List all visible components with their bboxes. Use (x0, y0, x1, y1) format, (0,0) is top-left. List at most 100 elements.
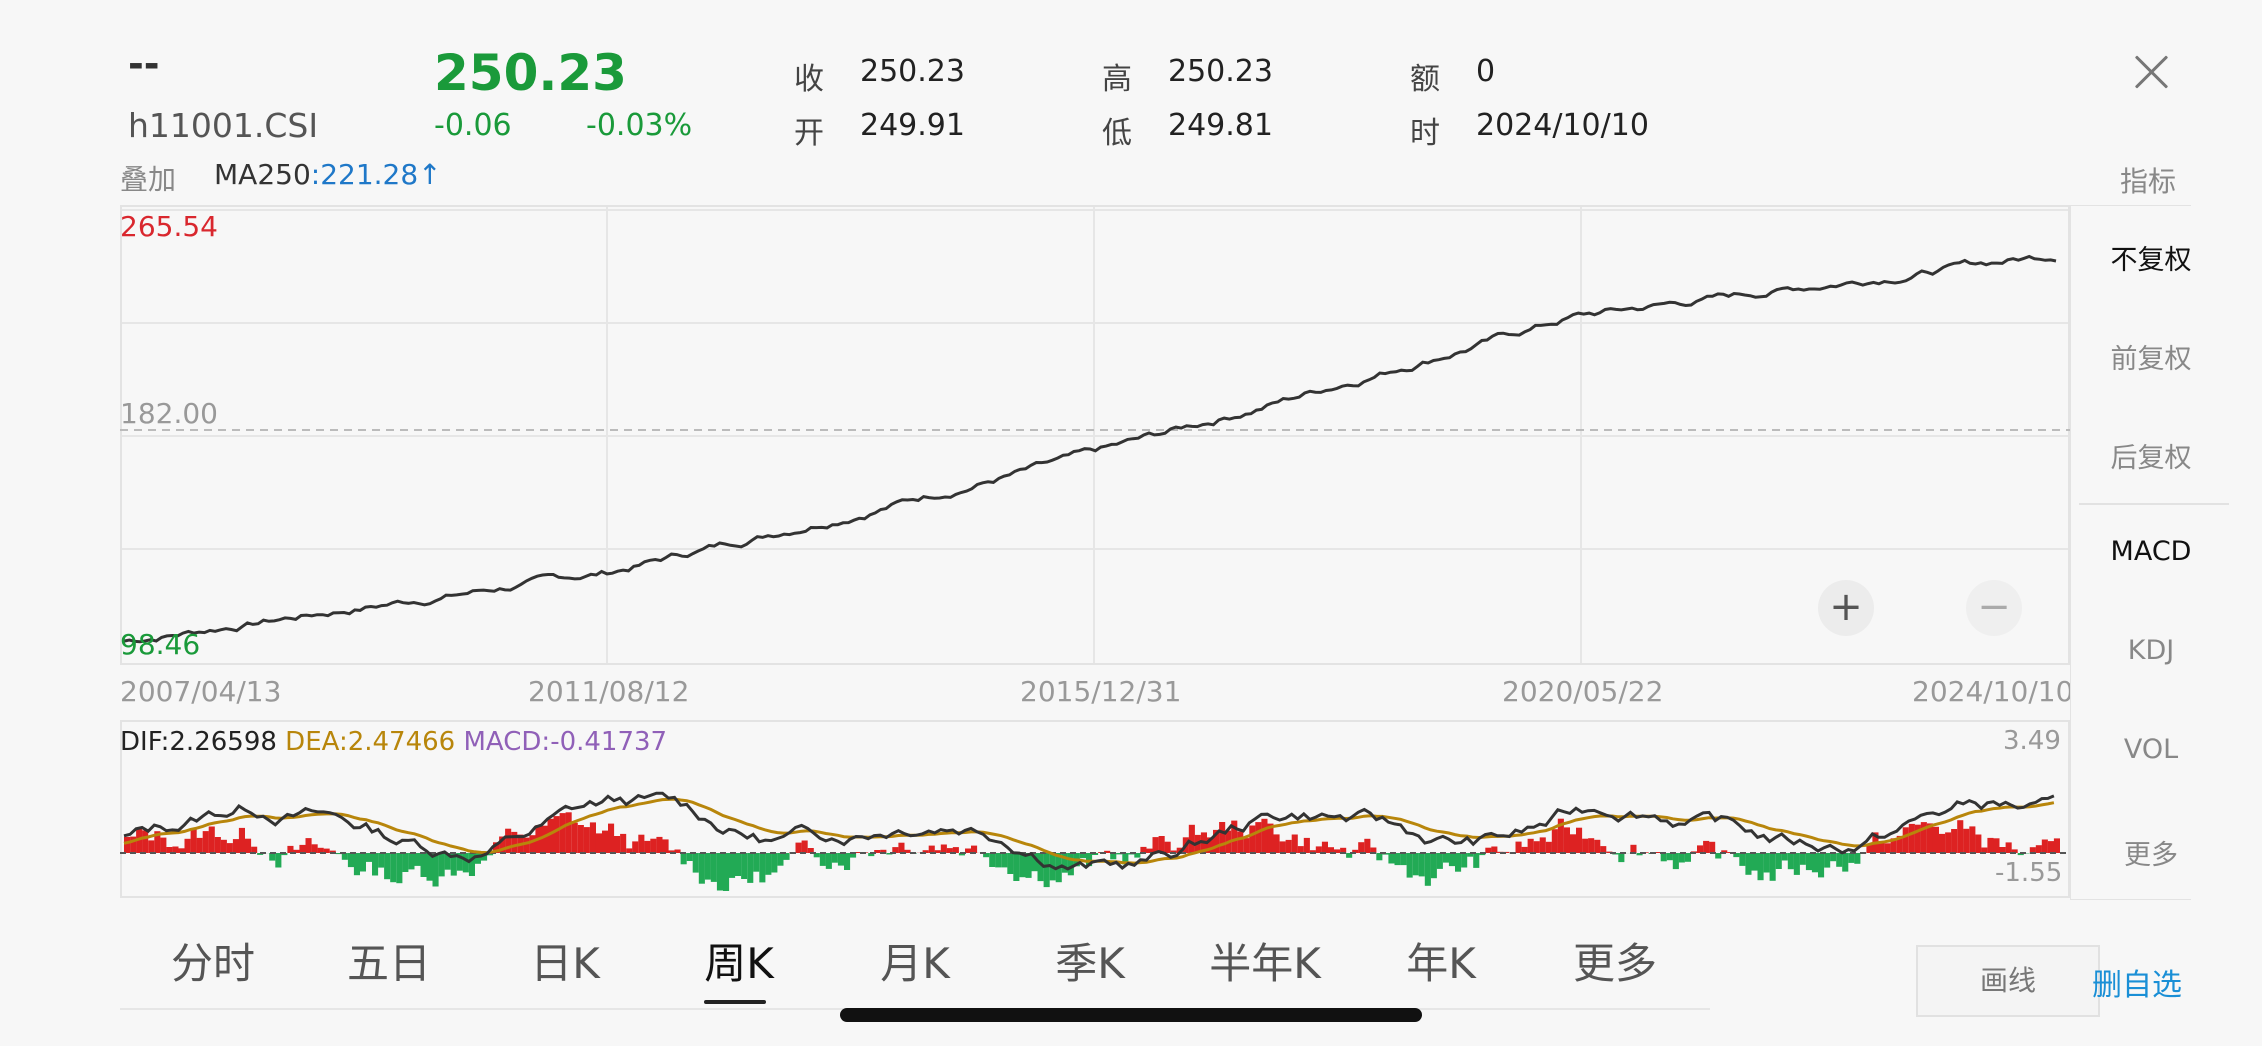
tab-weekly-k[interactable]: 周K (664, 930, 814, 991)
macd-bar (1751, 853, 1758, 871)
side-item-backward-adjust[interactable]: 后复权 (2071, 436, 2231, 475)
macd-bar (1219, 822, 1226, 853)
macd-bar (825, 853, 832, 869)
macd-bar (1364, 838, 1371, 853)
macd-bar (1461, 853, 1468, 868)
macd-bar (1739, 853, 1746, 866)
macd-bar (184, 838, 191, 853)
macd-bar (1818, 853, 1825, 878)
macd-bar (1932, 826, 1939, 853)
macd-bar (898, 842, 905, 853)
macd-bar (704, 853, 711, 880)
ma250-value: :221.28 (310, 158, 419, 191)
macd-bar (710, 853, 717, 882)
macd-bar (1745, 853, 1752, 875)
macd-bar (638, 834, 645, 853)
draw-line-button[interactable]: 画线 (1916, 945, 2100, 1017)
macd-bar (1848, 853, 1855, 863)
macd-bar (602, 830, 609, 853)
macd-bar (202, 831, 209, 853)
macd-bar (1164, 841, 1171, 853)
price-chart[interactable] (120, 205, 2070, 665)
macd-bar (1376, 853, 1383, 861)
macd-bar (1660, 853, 1667, 862)
period-tabs: 分时 五日 日K 周K 月K 季K 半年K 年K 更多 (120, 930, 1710, 1010)
stock-code: h11001.CSI (128, 106, 319, 145)
tab-yearly-k[interactable]: 年K (1366, 930, 1516, 991)
macd-bar (384, 853, 391, 880)
macd-bar (989, 853, 996, 867)
macd-bar (1588, 838, 1595, 853)
macd-bar (1975, 834, 1982, 853)
macd-bar (1957, 820, 1964, 853)
macd-bar (341, 853, 348, 860)
macd-bar (1001, 853, 1008, 868)
tab-quarterly-k[interactable]: 季K (1015, 930, 1165, 991)
macd-bar (238, 827, 245, 853)
tab-monthly-k[interactable]: 月K (840, 930, 990, 991)
macd-bar (1630, 844, 1637, 853)
stock-name: -- (128, 42, 160, 86)
tab-half-year-k[interactable]: 半年K (1170, 930, 1360, 991)
macd-bar (795, 842, 802, 853)
macd-bar (680, 853, 687, 865)
side-item-vol[interactable]: VOL (2071, 734, 2231, 765)
overlay-button[interactable]: 叠加 (120, 158, 176, 198)
macd-bar (390, 853, 397, 883)
macd-bar (620, 833, 627, 853)
macd-bar (347, 853, 354, 868)
macd-bar (765, 853, 772, 875)
side-item-no-adjust[interactable]: 不复权 (2071, 238, 2231, 277)
macd-bar (1273, 834, 1280, 853)
close-icon[interactable] (2130, 50, 2174, 94)
side-item-macd[interactable]: MACD (2071, 536, 2231, 567)
macd-bar (1249, 825, 1256, 853)
high-value: 250.23 (1168, 54, 1273, 89)
tab-more[interactable]: 更多 (1540, 930, 1690, 991)
macd-bar (1666, 853, 1673, 861)
macd-bar (1430, 853, 1437, 879)
macd-bar (1951, 829, 1958, 853)
macd-bar (160, 837, 167, 853)
macd-bar (142, 830, 149, 853)
x-label-1: 2007/04/13 (120, 675, 282, 708)
macd-bar (608, 823, 615, 853)
side-menu-divider (2079, 503, 2229, 505)
macd-bar (1279, 841, 1286, 853)
macd-bar (801, 840, 808, 853)
macd-bar (1188, 824, 1195, 853)
macd-bar (1884, 843, 1891, 853)
macd-bar (1237, 831, 1244, 853)
side-item-more[interactable]: 更多 (2071, 833, 2231, 872)
macd-bar (1303, 837, 1310, 853)
side-item-kdj[interactable]: KDJ (2071, 635, 2231, 666)
macd-bar (226, 843, 233, 853)
macd-bar (1043, 853, 1050, 888)
macd-bar (1576, 827, 1583, 853)
macd-bar (1025, 853, 1032, 878)
macd-bar (1473, 853, 1480, 868)
macd-bar (1551, 829, 1558, 853)
macd-bar (753, 853, 760, 872)
zoom-out-button[interactable]: − (1966, 580, 2022, 636)
y-min-label: 98.46 (120, 628, 201, 661)
indicator-button[interactable]: 指标 (2120, 160, 2176, 200)
y-max-label: 265.54 (120, 210, 218, 243)
macd-bar (1455, 853, 1462, 872)
remove-watchlist-button[interactable]: 删自选 (2092, 960, 2182, 1004)
macd-bar (1969, 826, 1976, 853)
macd-bar (208, 826, 215, 853)
current-price: 250.23 (434, 44, 627, 102)
side-item-forward-adjust[interactable]: 前复权 (2071, 337, 2231, 376)
tab-intraday[interactable]: 分时 (138, 930, 288, 991)
macd-bar (2047, 841, 2054, 853)
macd-bar (1067, 853, 1074, 876)
tab-daily-k[interactable]: 日K (490, 930, 640, 991)
macd-bar (777, 853, 784, 866)
macd-bar (1697, 845, 1704, 853)
tab-five-day[interactable]: 五日 (314, 930, 464, 991)
zoom-in-button[interactable]: + (1818, 580, 1874, 636)
macd-bar (1757, 853, 1764, 881)
macd-bar (1842, 853, 1849, 872)
macd-y-min-label: -1.55 (1995, 858, 2063, 888)
